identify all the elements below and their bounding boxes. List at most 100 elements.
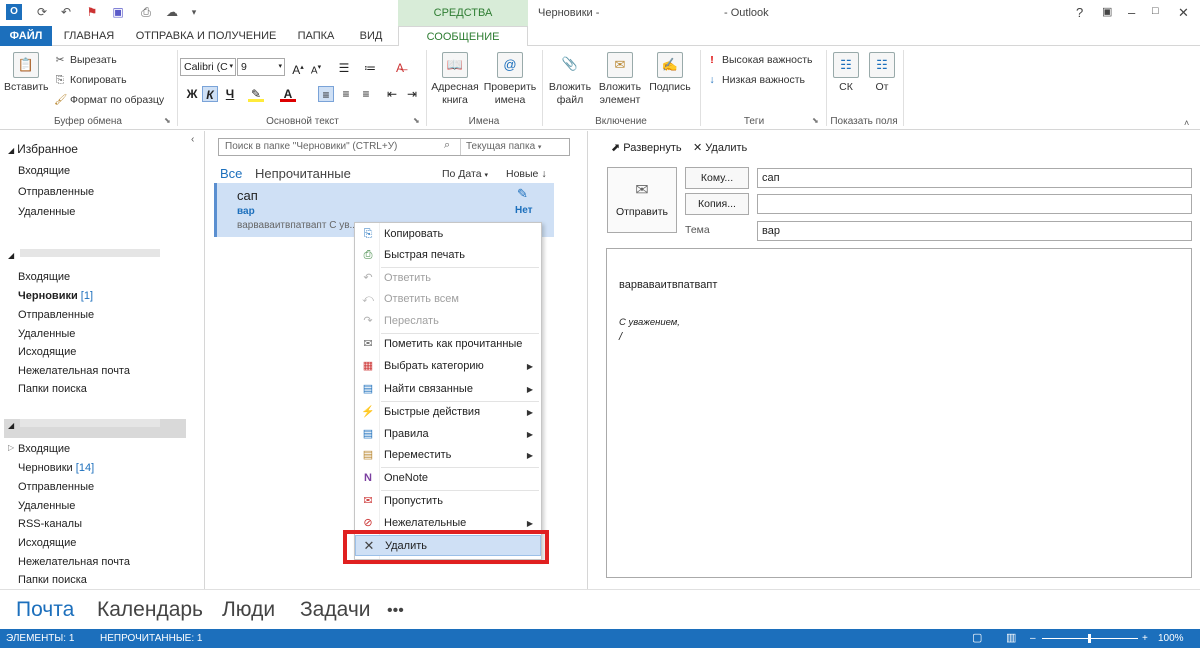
tab-folder[interactable]: ПАПКА xyxy=(290,26,342,46)
maximize-button[interactable]: □ xyxy=(1152,5,1159,17)
tab-view[interactable]: ВИД xyxy=(350,26,392,46)
send-button[interactable]: ✉ Отправить xyxy=(607,167,677,233)
popout-button[interactable]: ⬈ Развернуть xyxy=(611,141,682,154)
high-importance-button[interactable]: ! Высокая важность xyxy=(706,51,812,69)
nav-item-outbox-2[interactable]: Исходящие xyxy=(18,537,76,549)
undo-icon[interactable]: ↶ xyxy=(58,4,74,20)
attach-item-button[interactable]: ✉ Вложить элемент xyxy=(596,52,644,107)
zoom-slider-thumb[interactable] xyxy=(1088,634,1091,643)
send-receive-icon[interactable]: ⟳ xyxy=(34,4,50,20)
bullets-icon[interactable]: ☰ xyxy=(336,60,352,76)
grow-font-icon[interactable]: A▴ xyxy=(290,60,306,77)
cc-field[interactable] xyxy=(757,194,1192,214)
paste-button[interactable]: 📋 Вставить xyxy=(4,52,49,94)
signature-button[interactable]: ✍ Подпись xyxy=(646,52,694,94)
nav-item-drafts[interactable]: Черновики [1] xyxy=(18,290,93,302)
tab-home[interactable]: ГЛАВНАЯ xyxy=(58,26,120,46)
minimize-button[interactable]: – xyxy=(1128,5,1135,20)
search-icon[interactable]: ⌕ xyxy=(444,139,450,152)
filter-unread[interactable]: Непрочитанные xyxy=(255,166,351,181)
flag-icon[interactable]: ⚑ xyxy=(84,4,100,20)
bold-button[interactable]: Ж xyxy=(184,86,200,102)
nav-item-junk-2[interactable]: Нежелательная почта xyxy=(18,556,130,568)
numbering-icon[interactable]: ≔ xyxy=(362,60,378,76)
nav-item-outbox[interactable]: Исходящие xyxy=(18,346,76,358)
module-mail[interactable]: Почта xyxy=(16,598,74,622)
tab-file[interactable]: ФАЙЛ xyxy=(0,26,52,46)
zoom-level[interactable]: 100% xyxy=(1158,629,1184,648)
to-button[interactable]: Кому... xyxy=(685,167,749,189)
decrease-indent-icon[interactable]: ⇤ xyxy=(384,86,400,102)
tab-message[interactable]: СООБЩЕНИЕ xyxy=(398,26,528,47)
low-importance-button[interactable]: ↓ Низкая важность xyxy=(706,71,805,89)
cut-button[interactable]: ✂ Вырезать xyxy=(54,51,117,69)
close-button[interactable]: ✕ xyxy=(1178,5,1189,21)
nav-item-deleted-2[interactable]: Удаленные xyxy=(18,500,75,512)
italic-button[interactable]: К xyxy=(202,86,218,102)
reading-view-icon[interactable]: ▥ xyxy=(1006,629,1016,648)
module-tasks[interactable]: Задачи xyxy=(300,598,371,622)
filter-all[interactable]: Все xyxy=(220,166,242,181)
menu-item-quick-steps[interactable]: ⚡ Быстрые действия ▶ xyxy=(355,402,541,423)
shrink-font-icon[interactable]: A▾ xyxy=(308,60,324,76)
sort-by-select[interactable]: По Дата ▾ xyxy=(442,168,488,180)
highlight-icon[interactable]: ✎ xyxy=(248,86,264,102)
align-right-icon[interactable]: ≡ xyxy=(358,86,374,102)
nav-favorite-sent[interactable]: Отправленные xyxy=(18,186,94,198)
underline-button[interactable]: Ч xyxy=(222,86,238,102)
cc-button[interactable]: Копия... xyxy=(685,193,749,215)
favorites-header[interactable]: ◢ Избранное xyxy=(8,142,78,156)
subject-field[interactable]: вар xyxy=(757,221,1192,241)
increase-indent-icon[interactable]: ⇥ xyxy=(404,86,420,102)
bcc-button[interactable]: ☷ СК xyxy=(832,52,860,94)
from-button[interactable]: ☷ От xyxy=(868,52,896,94)
more-modules-button[interactable]: ••• xyxy=(387,602,404,620)
menu-item-find-related[interactable]: ▤ Найти связанные ▶ xyxy=(355,379,541,400)
ribbon-display-options-icon[interactable]: ▣ xyxy=(1102,5,1112,18)
to-field[interactable]: сап xyxy=(757,168,1192,188)
touch-mode-icon[interactable]: ☁ xyxy=(164,4,180,20)
minimize-pane-icon[interactable]: ‹ xyxy=(191,134,194,145)
menu-item-move[interactable]: ▤ Переместить ▶ xyxy=(355,445,541,466)
font-size-select[interactable]: 9 ▾ xyxy=(237,58,285,76)
normal-view-icon[interactable]: ▢ xyxy=(972,629,982,648)
save-icon[interactable]: ▣ xyxy=(110,4,126,20)
zoom-out-icon[interactable]: – xyxy=(1030,629,1036,648)
print-icon[interactable]: ⎙ xyxy=(138,4,154,20)
copy-button[interactable]: ⎘ Копировать xyxy=(54,71,127,89)
tab-send-receive[interactable]: ОТПРАВКА И ПОЛУЧЕНИЕ xyxy=(132,26,280,46)
font-family-select[interactable]: Calibri (С ▾ xyxy=(180,58,236,76)
account1-header[interactable]: ◢ xyxy=(8,247,14,261)
zoom-in-icon[interactable]: + xyxy=(1142,629,1148,648)
clear-formatting-icon[interactable]: A̶ xyxy=(392,60,408,76)
nav-item-deleted[interactable]: Удаленные xyxy=(18,328,75,340)
nav-item-search-folders-2[interactable]: Папки поиска xyxy=(18,574,87,586)
menu-item-rules[interactable]: ▤ Правила ▶ xyxy=(355,424,541,445)
attach-file-button[interactable]: 📎 Вложить файл xyxy=(546,52,594,107)
align-center-icon[interactable]: ≡ xyxy=(338,86,354,102)
module-people[interactable]: Люди xyxy=(222,598,275,622)
discard-button[interactable]: ✕ Удалить xyxy=(693,141,747,154)
menu-item-mark-read[interactable]: ✉ Пометить как прочитанные xyxy=(355,334,541,355)
account2-header[interactable]: ◢ xyxy=(8,417,14,431)
dialog-launcher-icon[interactable]: ⬊ xyxy=(164,116,171,125)
module-calendar[interactable]: Календарь xyxy=(97,598,203,622)
menu-item-categorize[interactable]: ▦ Выбрать категорию ▶ xyxy=(355,356,541,377)
nav-favorite-inbox[interactable]: Входящие xyxy=(18,165,70,177)
nav-item-inbox-2[interactable]: ▷ Входящие xyxy=(8,443,70,455)
nav-item-sent-2[interactable]: Отправленные xyxy=(18,481,94,493)
nav-item-junk[interactable]: Нежелательная почта xyxy=(18,365,130,377)
customize-toolbar-icon[interactable]: ▾ xyxy=(186,4,202,20)
font-color-icon[interactable]: A xyxy=(280,86,296,102)
nav-item-rss-2[interactable]: RSS-каналы xyxy=(18,518,82,530)
dialog-launcher-icon[interactable]: ⬊ xyxy=(812,116,819,125)
check-names-button[interactable]: @ Проверить имена xyxy=(482,52,538,107)
dialog-launcher-icon[interactable]: ⬊ xyxy=(413,116,420,125)
help-button[interactable]: ? xyxy=(1076,5,1083,20)
address-book-button[interactable]: 📖 Адресная книга xyxy=(429,52,481,107)
nav-item-drafts-2[interactable]: Черновики [14] xyxy=(18,462,94,474)
menu-item-copy[interactable]: ⎘ Копировать xyxy=(355,224,541,245)
menu-item-onenote[interactable]: N OneNote xyxy=(355,468,541,489)
search-scope-select[interactable]: Текущая папка ▾ xyxy=(466,141,541,152)
menu-item-ignore[interactable]: ✉ Пропустить xyxy=(355,491,541,512)
